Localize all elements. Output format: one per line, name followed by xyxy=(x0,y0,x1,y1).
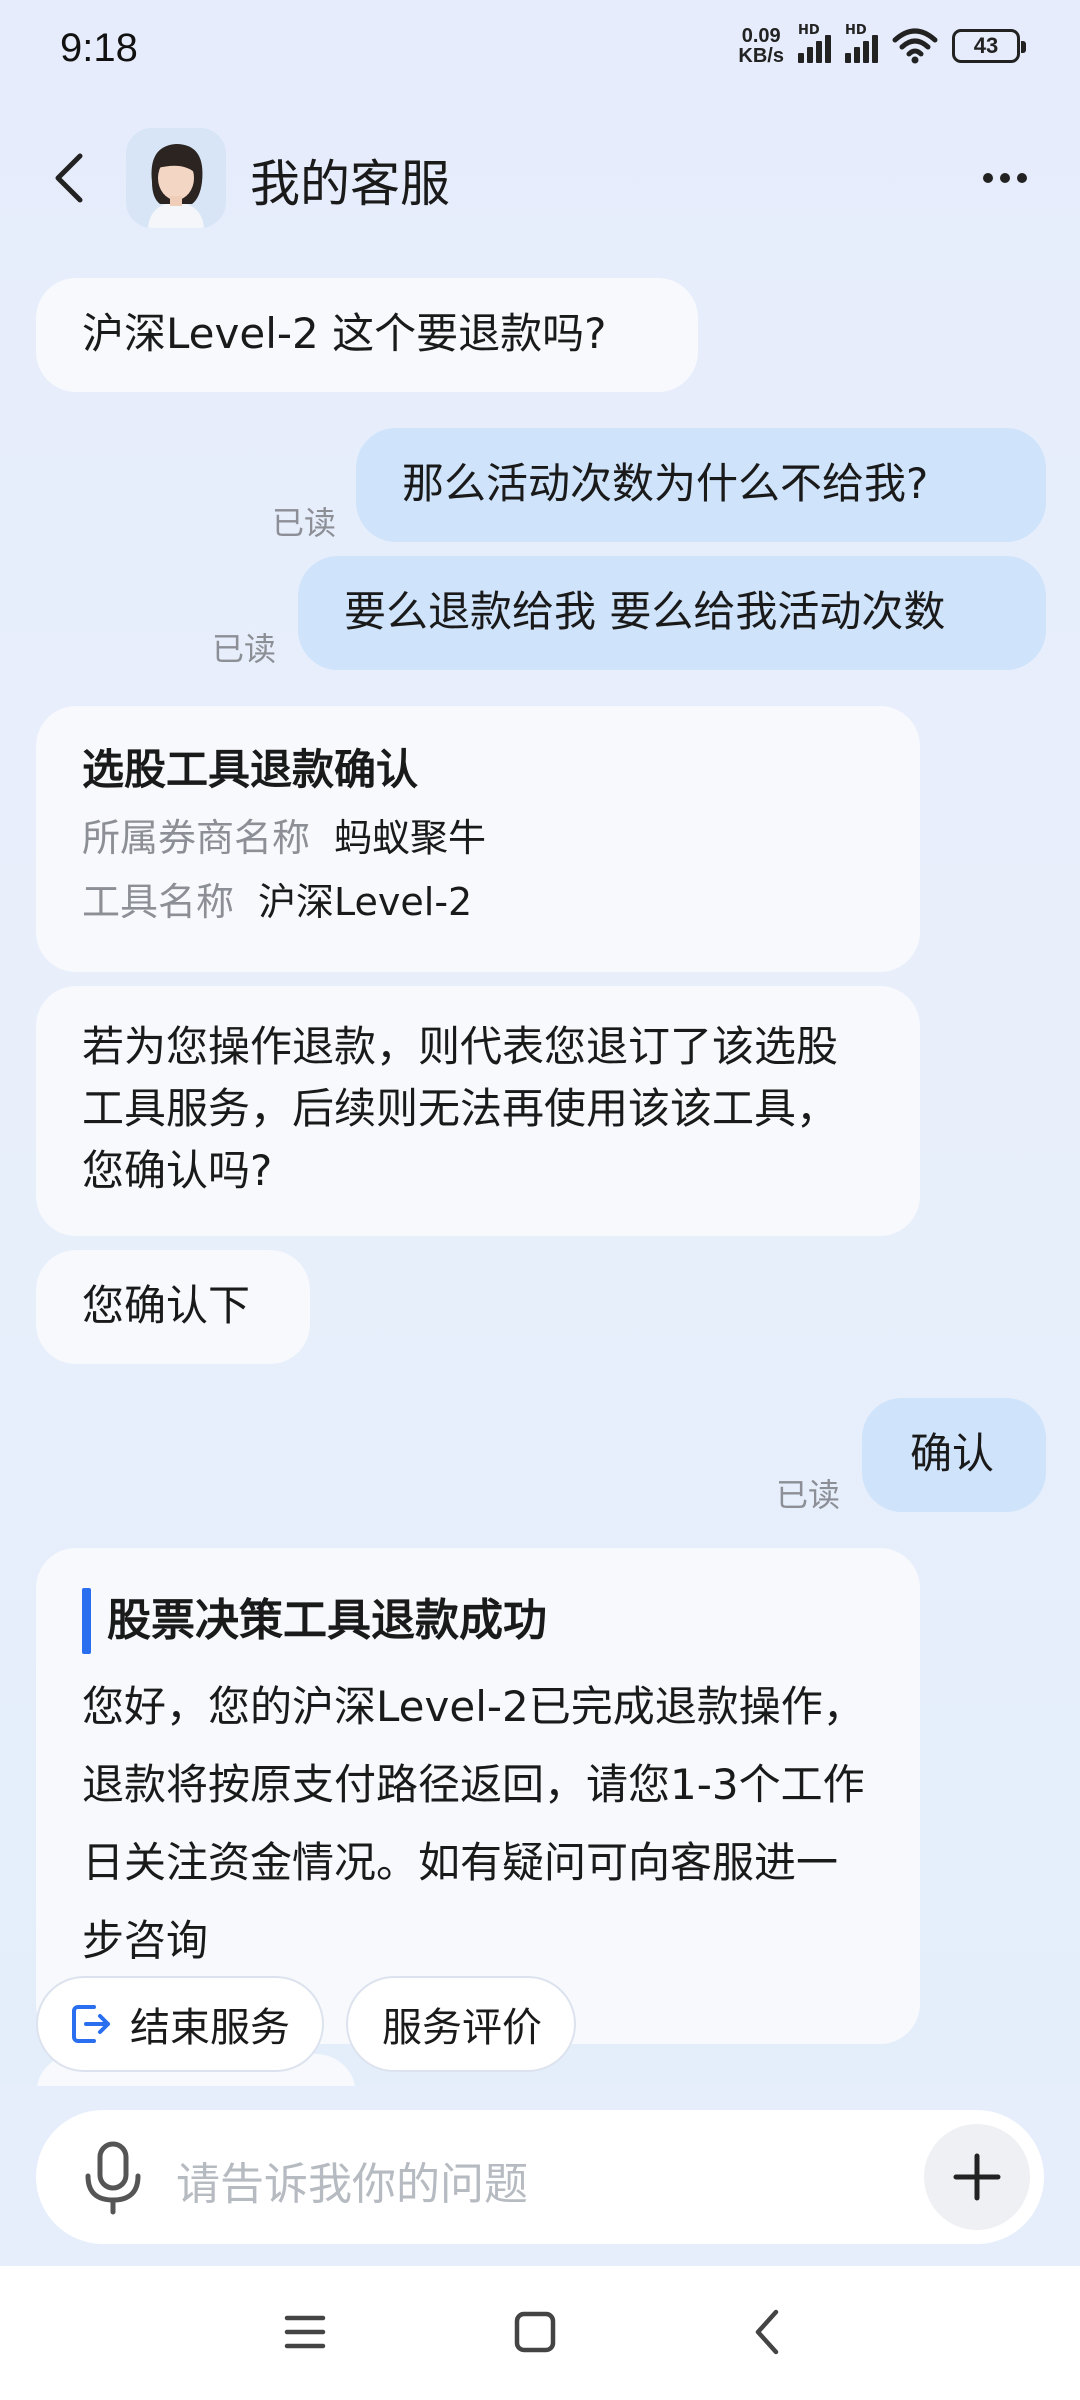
user-message: 那么活动次数为什么不给我? xyxy=(356,428,1046,542)
more-icon xyxy=(983,173,993,183)
back-icon xyxy=(755,2309,779,2355)
agent-message: 若为您操作退款，则代表您退订了该选股工具服务，后续则无法再使用该该工具，您确认吗… xyxy=(36,986,920,1236)
exit-icon xyxy=(72,2005,110,2043)
card-row-key: 工具名称 xyxy=(82,880,235,924)
signal-hd-label: HD xyxy=(845,23,867,38)
network-speed-value: 0.09 xyxy=(741,25,781,47)
network-speed-unit: KB/s xyxy=(738,45,784,67)
status-indicators: 0.09 KB/s HD HD 43 xyxy=(738,23,1026,66)
message-text: 确认 xyxy=(910,1429,995,1478)
back-button[interactable] xyxy=(44,148,94,208)
signal-icon: HD xyxy=(845,23,878,63)
microphone-icon[interactable] xyxy=(78,2140,148,2216)
refund-success-card: 股票决策工具退款成功 您好，您的沪深Level-2已完成退款操作，退款将按原支付… xyxy=(36,1548,920,2044)
read-status: 已读 xyxy=(212,630,277,668)
input-placeholder: 请告诉我你的问题 xyxy=(176,2159,528,2210)
card-body: 您好，您的沪深Level-2已完成退款操作，退款将按原支付路径返回，请您1-3个… xyxy=(82,1682,865,1965)
signal-icon: HD xyxy=(798,23,831,63)
message-text: 若为您操作退款，则代表您退订了该选股工具服务，后续则无法再使用该该工具，您确认吗… xyxy=(82,1022,839,1195)
input-area: 请告诉我你的问题 xyxy=(0,2086,1080,2266)
message-text: 那么活动次数为什么不给我? xyxy=(402,459,929,508)
card-title: 股票决策工具退款成功 xyxy=(82,1588,874,1654)
system-nav-bar xyxy=(0,2266,1080,2400)
message-text: 沪深Level-2 这个要退款吗? xyxy=(82,309,607,358)
card-row-key: 所属券商名称 xyxy=(82,816,311,860)
chat-header: 我的客服 xyxy=(0,118,1080,238)
home-icon xyxy=(514,2311,556,2353)
menu-button[interactable] xyxy=(270,2302,340,2362)
agent-avatar-icon xyxy=(126,128,226,228)
back-arrow-icon xyxy=(55,153,83,203)
status-time: 9:18 xyxy=(60,26,138,70)
back-nav-button[interactable] xyxy=(732,2302,802,2362)
message-text: 您确认下 xyxy=(82,1281,251,1330)
wifi-icon xyxy=(892,28,938,64)
message-text: 要么退款给我 要么给我活动次数 xyxy=(344,587,946,636)
add-button[interactable] xyxy=(924,2124,1030,2230)
end-service-label: 结束服务 xyxy=(130,2005,290,2051)
user-message: 确认 xyxy=(862,1398,1046,1512)
signal-hd-label: HD xyxy=(798,23,820,38)
plus-icon xyxy=(953,2153,1001,2201)
more-icon-dot xyxy=(1000,173,1010,183)
agent-message: 沪深Level-2 这个要退款吗? xyxy=(36,278,698,392)
card-row: 所属券商名称 蚂蚁聚牛 xyxy=(82,806,874,870)
home-button[interactable] xyxy=(500,2302,570,2362)
title-accent-bar xyxy=(82,1588,91,1654)
page-title: 我的客服 xyxy=(250,155,450,213)
card-row: 工具名称 沪深Level-2 xyxy=(82,870,874,934)
card-title: 选股工具退款确认 xyxy=(82,745,419,794)
user-message: 要么退款给我 要么给我活动次数 xyxy=(298,556,1046,670)
rate-service-button[interactable]: 服务评价 xyxy=(346,1976,576,2072)
read-status: 已读 xyxy=(272,504,337,542)
avatar[interactable] xyxy=(126,128,226,228)
more-button[interactable] xyxy=(970,148,1040,208)
network-speed: 0.09 KB/s xyxy=(738,26,784,66)
read-status: 已读 xyxy=(776,1476,841,1514)
end-service-button[interactable]: 结束服务 xyxy=(36,1976,324,2072)
menu-icon xyxy=(284,2315,326,2349)
card-row-value: 沪深Level-2 xyxy=(258,880,473,924)
status-bar: 9:18 0.09 KB/s HD HD 43 xyxy=(0,0,1080,100)
rate-service-label: 服务评价 xyxy=(382,2005,542,2051)
card-row-value: 蚂蚁聚牛 xyxy=(334,816,487,860)
card-title-text: 股票决策工具退款成功 xyxy=(107,1595,547,1646)
message-input[interactable]: 请告诉我你的问题 xyxy=(36,2110,1044,2244)
more-icon-dot xyxy=(1017,173,1027,183)
battery-icon: 43 xyxy=(952,29,1026,63)
refund-confirm-card: 选股工具退款确认 所属券商名称 蚂蚁聚牛 工具名称 沪深Level-2 xyxy=(36,706,920,972)
agent-message: 您确认下 xyxy=(36,1250,310,1364)
